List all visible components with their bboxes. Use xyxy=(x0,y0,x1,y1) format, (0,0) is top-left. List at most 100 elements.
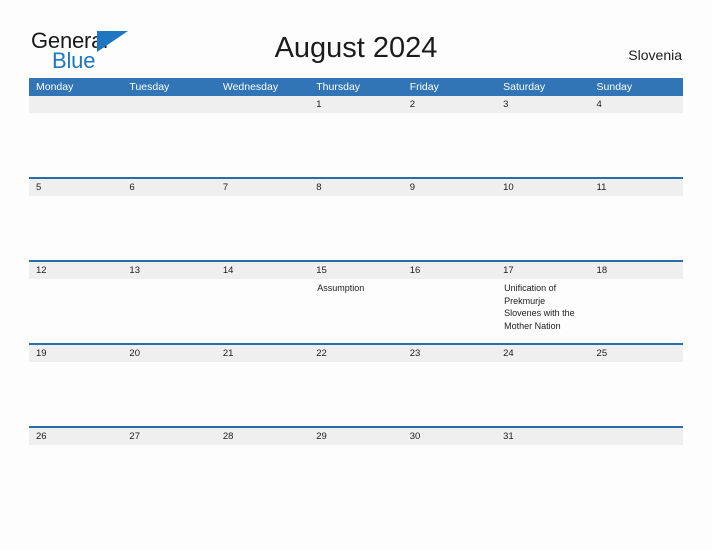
date-number-band: 1234 xyxy=(29,96,683,113)
day-number-empty xyxy=(29,96,122,113)
day-cell[interactable] xyxy=(29,445,122,509)
weekday-header-friday: Friday xyxy=(409,81,439,93)
day-number-17[interactable]: 17 xyxy=(496,262,589,279)
calendar-week-row: 1234 xyxy=(29,96,683,177)
day-number-28[interactable]: 28 xyxy=(216,428,309,445)
calendar-page: General Blue August 2024 Slovenia Monday… xyxy=(0,0,712,550)
day-cell[interactable] xyxy=(29,196,122,260)
event-band: Assumption Unification of Prekmurje Slove… xyxy=(29,279,683,343)
date-number-band: 5 6 7 8 9 10 11 xyxy=(29,179,683,196)
day-cell[interactable] xyxy=(590,362,683,426)
day-cell[interactable] xyxy=(403,196,496,260)
calendar-week-row: 26 27 28 29 30 31 xyxy=(29,426,683,509)
day-number-23[interactable]: 23 xyxy=(403,345,496,362)
day-cell[interactable] xyxy=(590,279,683,343)
calendar-grid: Monday Tuesday Wednesday Thursday Friday Satu… xyxy=(29,78,683,509)
day-cell[interactable] xyxy=(309,445,402,509)
date-number-band: 12 13 14 15 16 17 18 xyxy=(29,262,683,279)
day-cell[interactable] xyxy=(29,362,122,426)
day-number-empty xyxy=(216,96,309,113)
day-cell[interactable] xyxy=(309,362,402,426)
day-cell xyxy=(216,113,309,177)
day-number-27[interactable]: 27 xyxy=(122,428,215,445)
day-number-19[interactable]: 19 xyxy=(29,345,122,362)
day-cell[interactable] xyxy=(309,196,402,260)
page-header: General Blue August 2024 Slovenia xyxy=(0,0,712,78)
day-number-empty xyxy=(590,428,683,445)
day-number-2[interactable]: 2 xyxy=(403,96,496,113)
day-cell[interactable] xyxy=(496,362,589,426)
day-cell[interactable]: Assumption xyxy=(309,279,402,343)
calendar-week-row: 5 6 7 8 9 10 11 xyxy=(29,177,683,260)
day-cell[interactable] xyxy=(216,445,309,509)
calendar-week-row: 19 20 21 22 23 24 25 xyxy=(29,343,683,426)
holiday-label: Unification of Prekmurje Slovenes with t… xyxy=(504,283,575,331)
day-cell xyxy=(122,113,215,177)
day-cell[interactable] xyxy=(216,279,309,343)
day-cell[interactable] xyxy=(216,196,309,260)
event-band xyxy=(29,445,683,509)
day-number-6[interactable]: 6 xyxy=(122,179,215,196)
day-number-3[interactable]: 3 xyxy=(496,96,589,113)
day-number-5[interactable]: 5 xyxy=(29,179,122,196)
weekday-header-thursday: Thursday xyxy=(316,81,361,93)
date-number-band: 26 27 28 29 30 31 xyxy=(29,428,683,445)
day-number-13[interactable]: 13 xyxy=(122,262,215,279)
day-cell[interactable] xyxy=(590,196,683,260)
day-number-8[interactable]: 8 xyxy=(309,179,402,196)
day-cell xyxy=(29,113,122,177)
day-number-7[interactable]: 7 xyxy=(216,179,309,196)
day-number-12[interactable]: 12 xyxy=(29,262,122,279)
day-number-29[interactable]: 29 xyxy=(309,428,402,445)
day-number-20[interactable]: 20 xyxy=(122,345,215,362)
event-band xyxy=(29,362,683,426)
day-cell[interactable]: Unification of Prekmurje Slovenes with t… xyxy=(496,279,589,343)
date-number-band: 19 20 21 22 23 24 25 xyxy=(29,345,683,362)
day-cell[interactable] xyxy=(496,196,589,260)
weekday-header-row: Monday Tuesday Wednesday Thursday Friday Satu… xyxy=(29,78,683,96)
day-cell[interactable] xyxy=(122,445,215,509)
day-cell[interactable] xyxy=(403,445,496,509)
day-number-10[interactable]: 10 xyxy=(496,179,589,196)
country-label: Slovenia xyxy=(628,47,682,63)
day-number-empty xyxy=(122,96,215,113)
day-cell[interactable] xyxy=(403,362,496,426)
day-number-31[interactable]: 31 xyxy=(496,428,589,445)
page-title: August 2024 xyxy=(274,32,438,64)
day-number-22[interactable]: 22 xyxy=(309,345,402,362)
day-number-25[interactable]: 25 xyxy=(590,345,683,362)
holiday-label: Assumption xyxy=(317,283,365,293)
weekday-header-wednesday: Wednesday xyxy=(222,81,279,93)
day-number-30[interactable]: 30 xyxy=(403,428,496,445)
day-cell[interactable] xyxy=(403,113,496,177)
day-number-15[interactable]: 15 xyxy=(309,262,402,279)
calendar-weeks: 1 2 3 4 5 6 7 8 9 10 11 12 13 14 15 16 17 18 Assumption Uni… xyxy=(29,96,683,509)
day-cell[interactable] xyxy=(216,362,309,426)
day-cell[interactable] xyxy=(122,196,215,260)
day-number-14[interactable]: 14 xyxy=(216,262,309,279)
calendar-week-row: 12 13 14 15 16 17 18 Assumption Unification of P… xyxy=(29,260,683,343)
day-number-4[interactable]: 4 xyxy=(590,96,683,113)
weekday-header-monday: Monday xyxy=(36,81,74,93)
day-cell[interactable] xyxy=(309,113,402,177)
day-cell[interactable] xyxy=(496,113,589,177)
day-number-18[interactable]: 18 xyxy=(590,262,683,279)
day-cell xyxy=(590,445,683,509)
event-band xyxy=(29,196,683,260)
day-cell[interactable] xyxy=(29,279,122,343)
day-number-24[interactable]: 24 xyxy=(496,345,589,362)
day-number-16[interactable]: 16 xyxy=(403,262,496,279)
day-number-9[interactable]: 9 xyxy=(403,179,496,196)
day-number-21[interactable]: 21 xyxy=(216,345,309,362)
weekday-header-tuesday: Tuesday xyxy=(129,81,170,93)
day-number-1[interactable]: 1 xyxy=(309,96,402,113)
day-cell[interactable] xyxy=(122,362,215,426)
day-number-26[interactable]: 26 xyxy=(29,428,122,445)
weekday-header-saturday: Saturday xyxy=(503,81,546,93)
day-cell[interactable] xyxy=(590,113,683,177)
day-cell[interactable] xyxy=(496,445,589,509)
day-cell[interactable] xyxy=(122,279,215,343)
day-cell[interactable] xyxy=(403,279,496,343)
day-number-11[interactable]: 11 xyxy=(590,179,683,196)
event-band xyxy=(29,113,683,177)
